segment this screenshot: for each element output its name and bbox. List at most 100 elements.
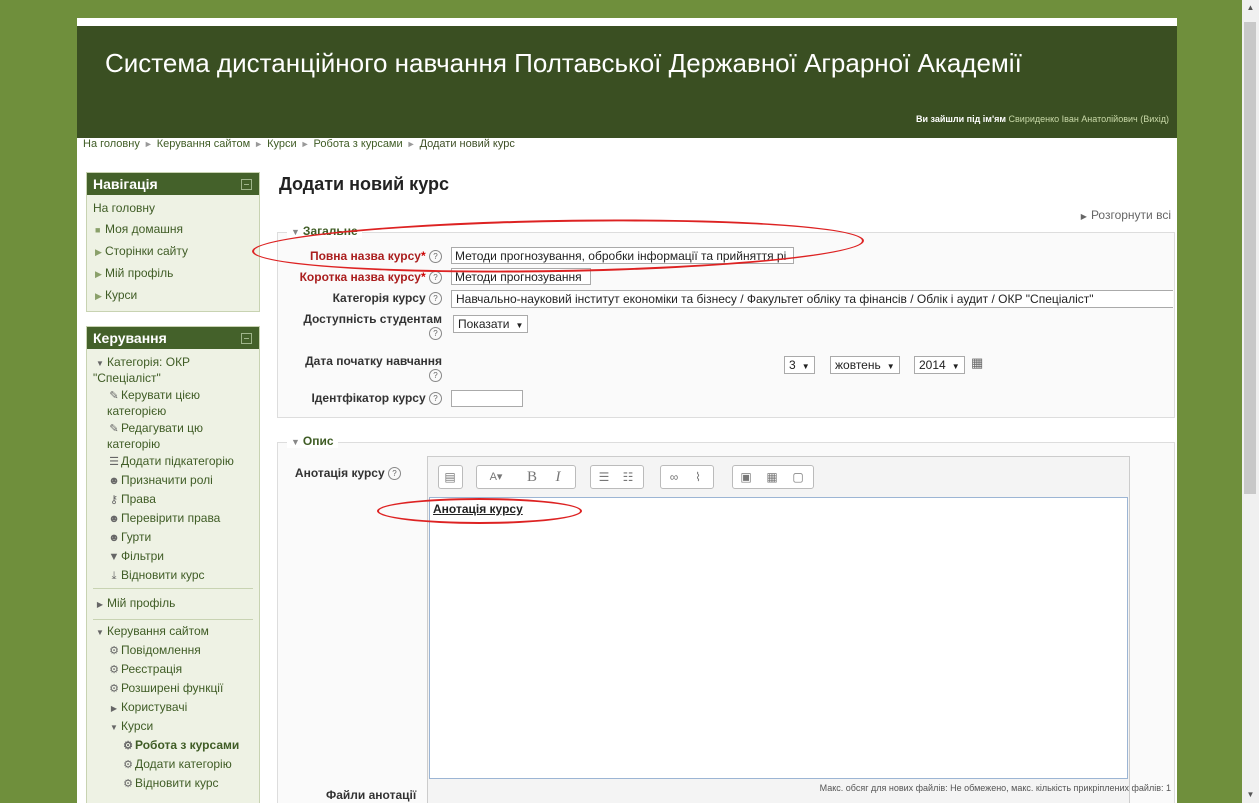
start-date-label-text: Дата початку навчання [305,354,442,368]
breadcrumb-current: Додати новий курс [419,138,515,150]
breadcrumb-courses[interactable]: Курси [267,138,297,150]
description-legend[interactable]: ▼ Опис [287,434,338,448]
gear-icon: ⚙ [123,778,133,790]
summary-textarea[interactable]: Анотація курсу [429,497,1128,779]
help-icon[interactable]: ? [388,467,401,481]
gear-icon: ⚙ [109,664,119,676]
nav-courses[interactable]: ▶ Курси [87,285,259,307]
admin-add-subcategory-label: Додати підкатегорію [121,454,234,468]
link-icon[interactable]: ∞ [663,466,685,488]
nav-my-home[interactable]: ■ Моя домашня [87,219,259,241]
bullet-list-icon[interactable]: ☰ [593,466,615,488]
expand-arrow-icon: ▶ [1080,212,1087,221]
breadcrumb-separator-icon: ► [406,139,416,149]
help-icon[interactable]: ? [429,292,442,306]
admin-check-permissions-label: Перевірити права [121,511,221,525]
gear-icon: ⚙ [109,683,119,695]
summary-files-label: Файли анотації [326,788,417,802]
nav-my-home-label: Моя домашня [105,222,183,236]
admin-check-permissions[interactable]: ☻Перевірити права [87,511,259,527]
filter-icon: ▼ [108,551,120,563]
gear-icon: ⚙ [109,645,119,657]
admin-assign-roles-label: Призначити ролі [121,473,213,487]
list-icon: ☰ [109,456,119,468]
course-id-label-text: Ідентфікатор курсу [311,391,426,405]
admin-permissions[interactable]: ⚷ Права [87,492,259,508]
start-day-value: 3 [789,358,796,372]
help-icon[interactable]: ? [429,392,442,406]
restore-icon: ⤓ [111,570,117,582]
admin-category[interactable]: ▼ Категорія: ОКР "Спеціаліст" [87,355,233,386]
logout-link[interactable]: (Вихід) [1140,114,1169,124]
collapse-icon[interactable] [241,333,252,344]
start-year-select[interactable]: 2014 ▼ [914,356,965,374]
admin-cohorts[interactable]: ☻Гурти [87,530,259,546]
breadcrumb-manage-courses[interactable]: Робота з курсами [314,138,403,150]
nav-site-pages[interactable]: ▶ Сторінки сайту [87,241,259,263]
nav-my-profile[interactable]: ▶ Мій профіль [87,263,259,285]
image-icon[interactable]: ▣ [735,466,757,488]
breadcrumb-home[interactable]: На головну [83,138,140,150]
numbered-list-icon[interactable]: ☷ [617,466,639,488]
toolbar-group: ∞ ⌇ [660,465,714,489]
bold-icon[interactable]: B [521,466,543,488]
admin-add-category[interactable]: ⚙ Додати категорію [87,757,259,773]
short-name-label-text: Коротка назва курсу [299,270,421,284]
admin-edit-category[interactable]: ✎ Редагувати цю категорію [87,421,247,452]
font-style-icon[interactable]: A▾ [477,466,515,488]
unlink-icon[interactable]: ⌇ [687,466,709,488]
scroll-down-icon[interactable]: ▼ [1242,787,1259,803]
expand-arrow-icon: ▶ [95,269,102,279]
admin-edit-category-label: Редагувати цю категорію [107,421,203,451]
category-select-value: Навчально-науковий інститут економіки та… [456,292,1094,306]
admin-restore-course[interactable]: ⤓ Відновити курс [87,568,259,584]
user-icon: ☻ [108,475,120,487]
visibility-label: Доступність студентам? [303,312,442,341]
admin-assign-roles[interactable]: ☻Призначити ролі [87,473,259,489]
admin-filters[interactable]: ▼ Фільтри [87,549,259,565]
admin-registration[interactable]: ⚙ Реєстрація [87,662,259,678]
visibility-select[interactable]: Показати ▼ [453,315,529,333]
breadcrumb: На головну ► Керування сайтом ► Курси ► Робота… [83,138,515,150]
site-title[interactable]: Система дистанційного навчання Полтавськ… [105,48,1022,79]
gear-icon: ⚙ [123,759,133,771]
admin-notifications[interactable]: ⚙ Повідомлення [87,643,259,659]
user-name-link[interactable]: Свириденко Іван Анатолійович [1009,114,1138,124]
breadcrumb-site-admin[interactable]: Керування сайтом [157,138,250,150]
expand-arrow-icon: ▶ [95,291,102,301]
course-id-input[interactable] [451,390,523,407]
toolbar-toggle-icon[interactable]: ▤ [439,466,461,488]
help-icon[interactable]: ? [429,271,442,285]
admin-manage-courses[interactable]: ⚙ Робота з курсами [87,738,259,754]
category-select[interactable]: Навчально-науковий інститут економіки та… [451,290,1173,308]
admin-courses[interactable]: ▼ Курси [87,719,259,735]
expand-arrow-icon: ▶ [110,704,118,713]
admin-restore-course-2[interactable]: ⚙ Відновити курс [87,776,259,792]
scroll-up-icon[interactable]: ▲ [1242,0,1259,16]
admin-site-administration[interactable]: ▼ Керування сайтом [87,624,259,640]
start-year-value: 2014 [919,358,946,372]
expand-all-link[interactable]: ▶ Розгорнути всі [1081,208,1171,222]
admin-users[interactable]: ▶ Користувачі [87,700,259,716]
start-day-select[interactable]: 3 ▼ [784,356,815,374]
file-manager-icon[interactable]: ▢ [787,466,809,488]
start-month-select[interactable]: жовтень ▼ [830,356,900,374]
help-icon[interactable]: ? [429,369,442,383]
help-icon[interactable]: ? [429,327,442,341]
collapse-icon[interactable] [241,179,252,190]
media-icon[interactable]: ▦ [761,466,783,488]
vertical-scrollbar[interactable]: ▲ ▼ [1242,0,1259,803]
admin-my-profile[interactable]: ▶ Мій профіль [87,593,259,615]
admin-manage-category[interactable]: ✎ Керувати цією категорією [87,388,247,419]
admin-add-subcategory[interactable]: ☰ Додати підкатегорію [87,454,259,470]
italic-icon[interactable]: I [547,466,569,488]
page-title: Додати новий курс [279,174,449,194]
admin-courses-label: Курси [121,719,154,733]
scroll-thumb[interactable] [1244,22,1256,494]
nav-home[interactable]: На головну [87,198,259,219]
admin-advanced-features[interactable]: ⚙ Розширені функції [87,681,259,697]
administration-block-header: Керування [87,327,259,349]
calendar-icon[interactable]: ▦ [971,355,983,371]
page-container: Система дистанційного навчання Полтавськ… [77,18,1177,803]
expand-arrow-icon: ▶ [96,600,104,609]
